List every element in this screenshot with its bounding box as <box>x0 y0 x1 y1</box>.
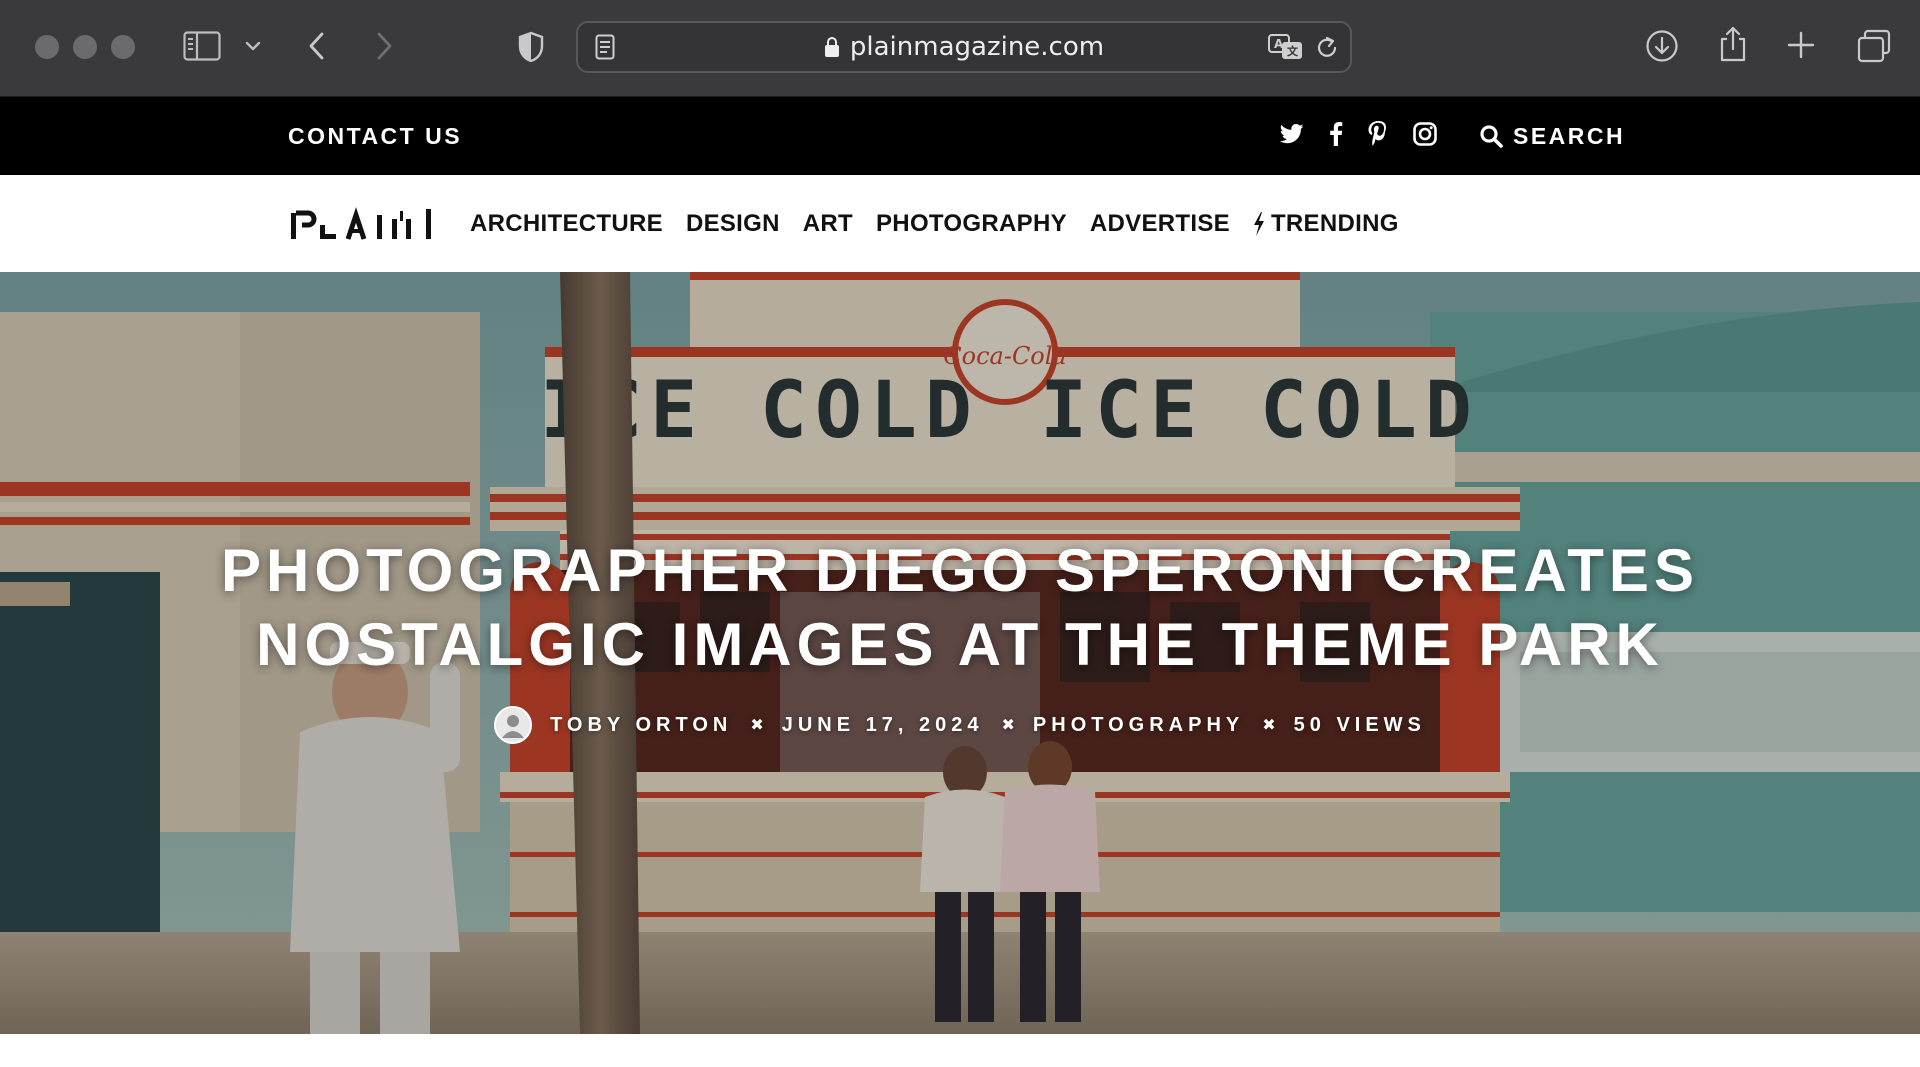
meta-separator: ✖ <box>1001 717 1015 734</box>
facebook-icon <box>1330 121 1343 146</box>
new-tab-button[interactable] <box>1786 30 1816 60</box>
instagram-icon <box>1413 121 1437 146</box>
facebook-link[interactable] <box>1329 121 1343 151</box>
sidebar-icon <box>183 31 221 61</box>
share-icon <box>1720 26 1746 62</box>
privacy-report-button[interactable] <box>516 29 546 65</box>
svg-text:文: 文 <box>1287 44 1299 58</box>
article-title[interactable]: PHOTOGRAPHER DIEGO SPERONI CREATES NOSTA… <box>0 534 1920 682</box>
translate-button[interactable]: A 文 <box>1268 32 1304 62</box>
nav-trending-label: TRENDING <box>1270 209 1399 237</box>
plain-logo <box>291 207 431 240</box>
twitter-link[interactable] <box>1279 123 1304 149</box>
author-link[interactable]: TOBY ORTON <box>550 714 732 737</box>
meta-separator: ✖ <box>1262 717 1276 734</box>
instagram-link[interactable] <box>1413 121 1437 151</box>
tab-overview-button[interactable] <box>1856 28 1892 64</box>
search-button[interactable]: SEARCH <box>1479 97 1625 175</box>
article-meta: TOBY ORTON ✖ JUNE 17, 2024 ✖ PHOTOGRAPHY… <box>0 700 1920 750</box>
downloads-button[interactable] <box>1644 28 1680 64</box>
top-bar: CONTACT US SEARCH <box>0 97 1920 175</box>
lock-icon <box>824 37 839 57</box>
social-links <box>1279 97 1437 175</box>
url-text: plainmagazine.com <box>849 32 1105 62</box>
nav-design[interactable]: DESIGN <box>686 210 780 238</box>
pinterest-icon <box>1368 120 1386 146</box>
twitter-icon <box>1279 123 1304 143</box>
zoom-window-button[interactable] <box>111 35 135 59</box>
nav-links: ARCHITECTURE DESIGN ART PHOTOGRAPHY ADVE… <box>470 175 1399 272</box>
meta-separator: ✖ <box>750 717 764 734</box>
view-count: 50 VIEWS <box>1293 713 1426 736</box>
forward-icon <box>377 32 392 60</box>
author-avatar[interactable] <box>494 706 533 744</box>
sidebar-menu-button[interactable] <box>244 36 262 56</box>
hero-article[interactable]: Coca-Cola ICE COLD ICE COLD PHOTOGRAPHER… <box>0 272 1920 1034</box>
tabs-overview-icon <box>1857 29 1891 63</box>
avatar-icon <box>502 715 525 738</box>
lightning-icon <box>1253 211 1264 236</box>
search-label: SEARCH <box>1513 122 1626 149</box>
back-button[interactable] <box>304 28 328 64</box>
nav-trending[interactable]: TRENDING <box>1253 210 1399 238</box>
nav-art[interactable]: ART <box>803 210 853 238</box>
chevron-down-icon <box>245 41 261 51</box>
article-title-line-2: NOSTALGIC IMAGES AT THE THEME PARK <box>256 611 1664 678</box>
address-bar[interactable]: plainmagazine.com A 文 <box>576 21 1352 73</box>
main-nav: ARCHITECTURE DESIGN ART PHOTOGRAPHY ADVE… <box>0 175 1920 272</box>
sidebar-toggle-button[interactable] <box>182 28 222 64</box>
share-button[interactable] <box>1716 24 1750 64</box>
browser-toolbar: plainmagazine.com A 文 <box>0 0 1920 97</box>
contact-us-link[interactable]: CONTACT US <box>288 97 462 175</box>
nav-architecture[interactable]: ARCHITECTURE <box>470 210 663 238</box>
nav-photography[interactable]: PHOTOGRAPHY <box>876 210 1067 238</box>
shield-icon <box>518 31 544 63</box>
new-tab-icon <box>1787 31 1815 59</box>
nav-advertise[interactable]: ADVERTISE <box>1090 210 1230 238</box>
download-icon <box>1646 30 1678 62</box>
close-window-button[interactable] <box>35 35 59 59</box>
pinterest-link[interactable] <box>1368 120 1388 152</box>
translate-icon: A 文 <box>1268 34 1302 59</box>
forward-button[interactable] <box>373 28 397 64</box>
back-icon <box>309 32 324 60</box>
url-display[interactable]: plainmagazine.com <box>578 23 1350 71</box>
reload-button[interactable] <box>1312 33 1342 63</box>
category-link[interactable]: PHOTOGRAPHY <box>1033 714 1244 737</box>
search-icon <box>1480 125 1503 148</box>
article-date: JUNE 17, 2024 <box>781 713 984 736</box>
minimize-window-button[interactable] <box>73 35 97 59</box>
article-title-line-1: PHOTOGRAPHER DIEGO SPERONI CREATES <box>221 537 1699 604</box>
reload-icon <box>1317 36 1337 57</box>
